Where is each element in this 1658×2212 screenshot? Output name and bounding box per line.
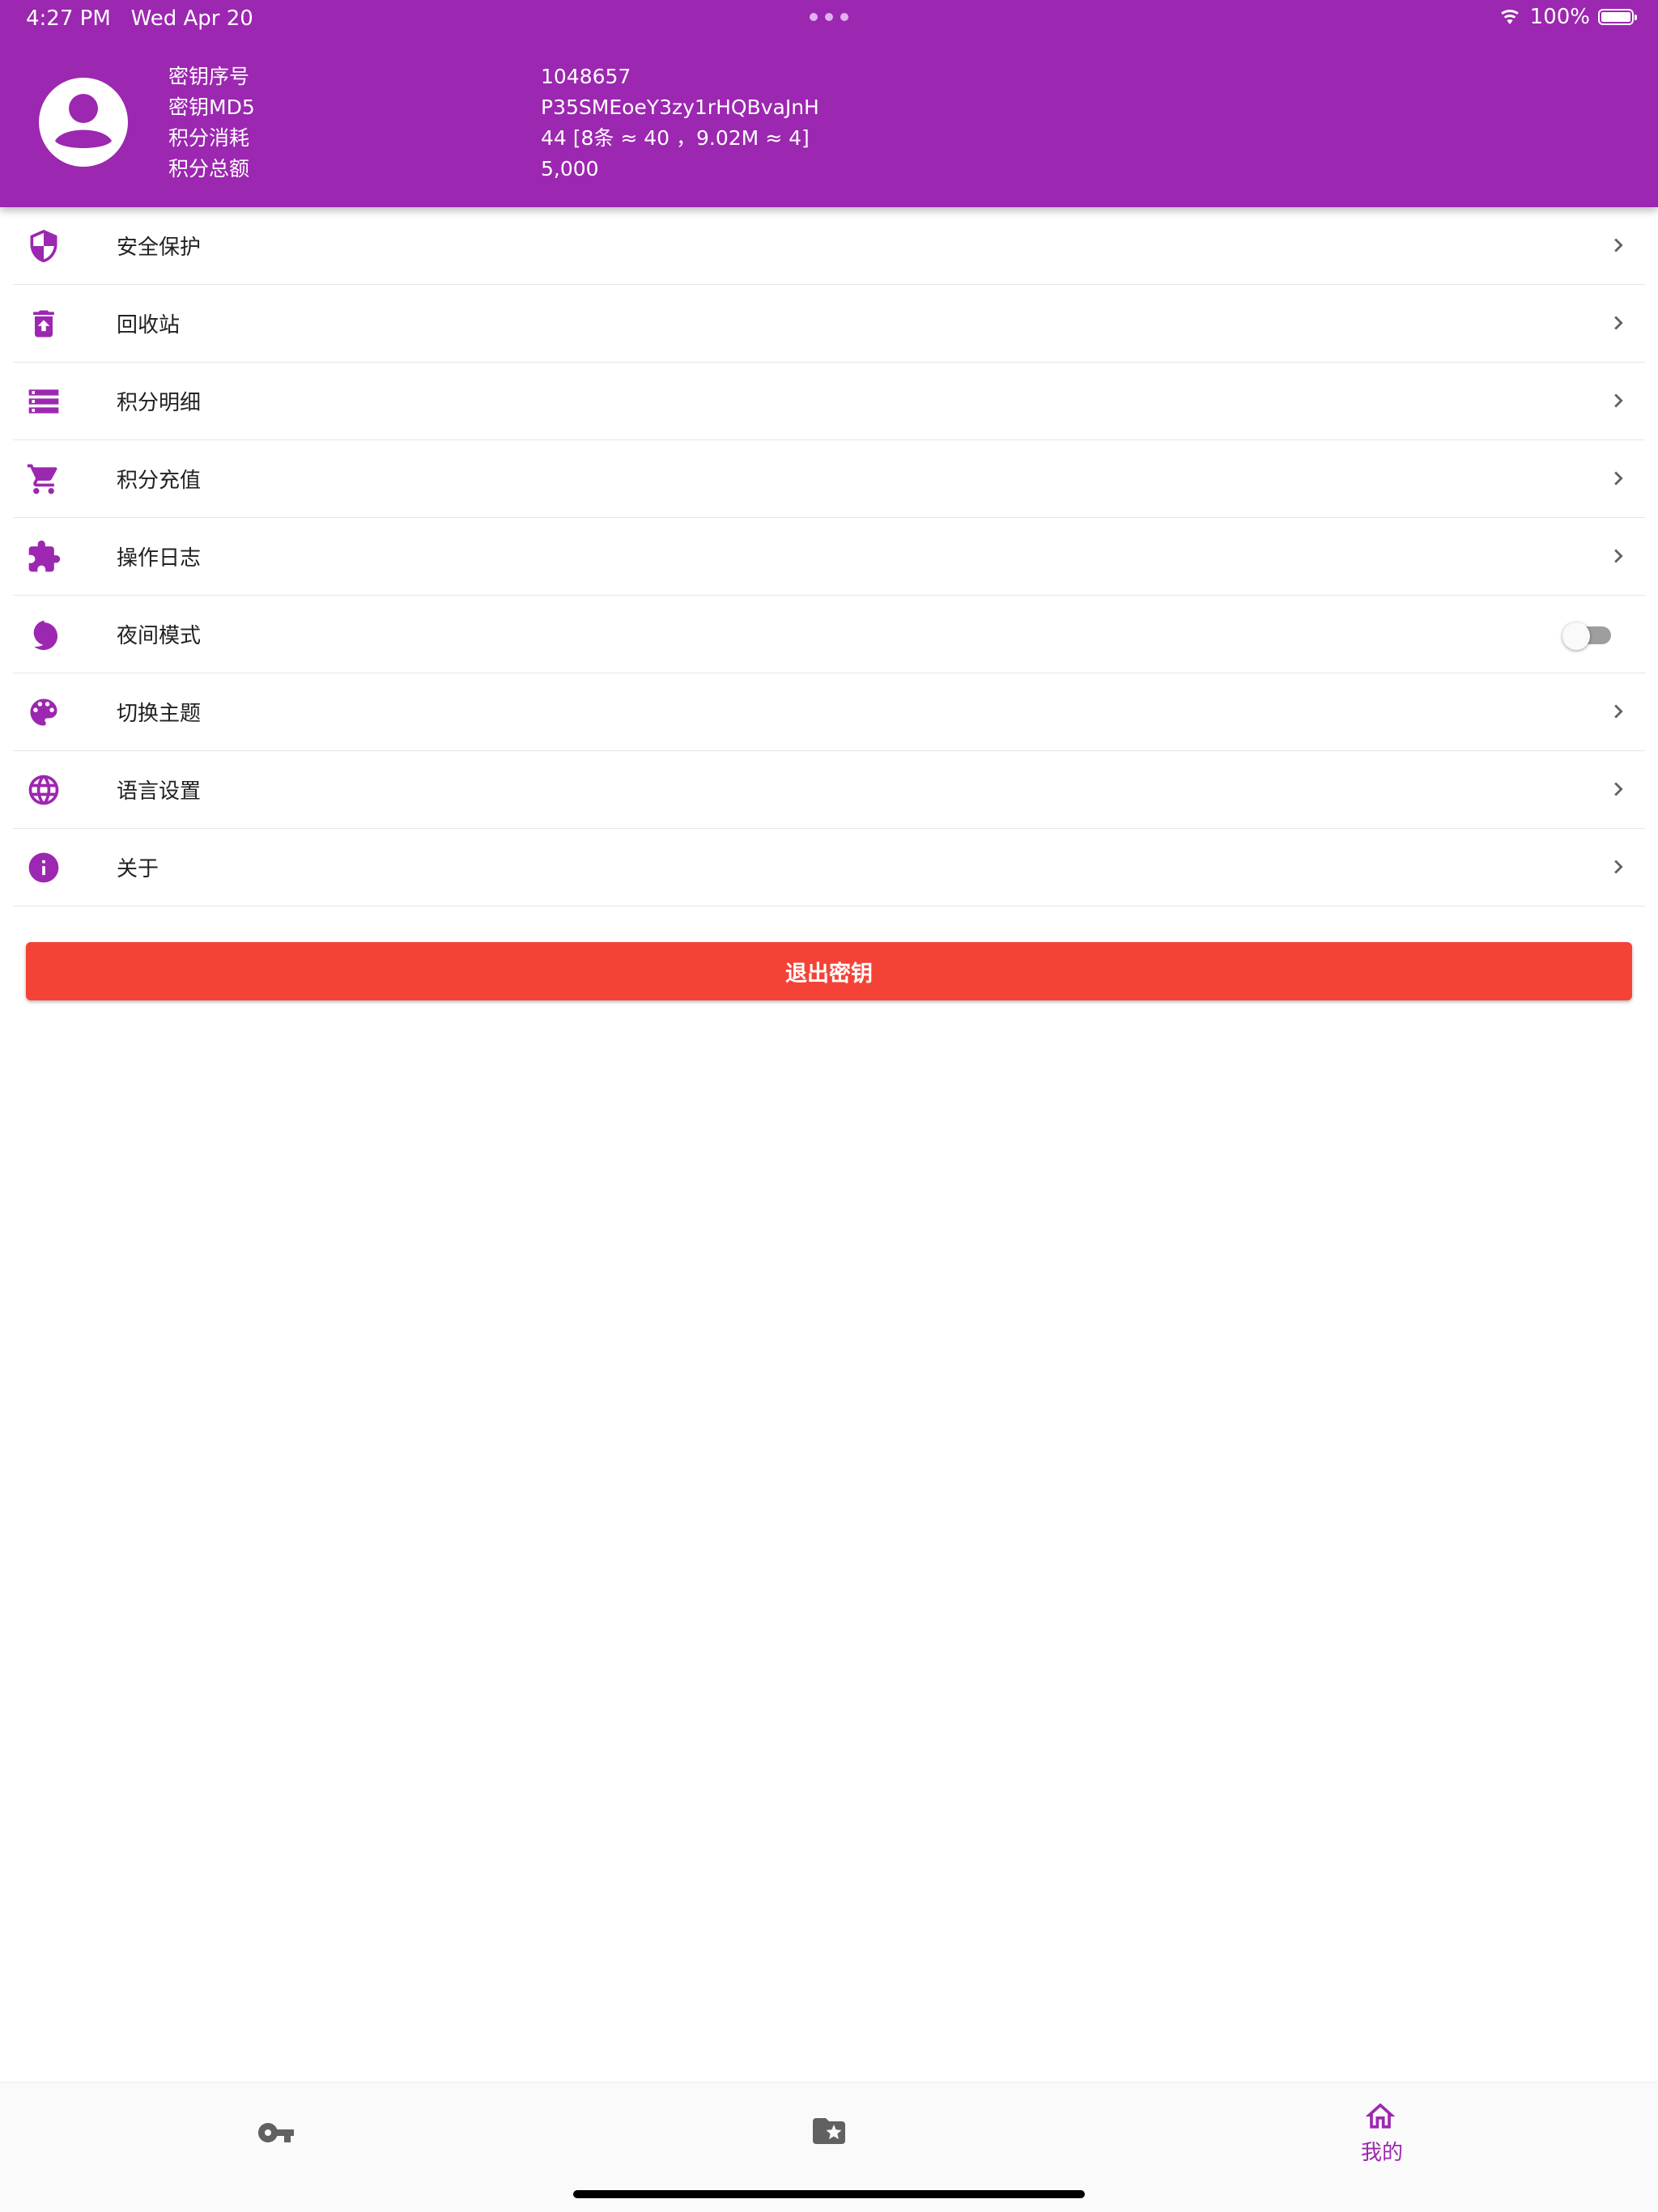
key-md5-value: P35SMEoeY3zy1rHQBvaJnH	[541, 96, 819, 119]
folder-star-icon	[813, 2118, 845, 2144]
list-storage-icon	[26, 384, 62, 419]
info-icon	[26, 850, 62, 885]
restore-from-trash-icon	[26, 306, 62, 342]
menu-item-night-mode: 夜间模式	[13, 596, 1645, 673]
menu-item-label: 语言设置	[117, 779, 202, 804]
chevron-right-icon	[1614, 549, 1623, 563]
shield-icon	[26, 228, 62, 264]
menu-item-about[interactable]: 关于	[13, 829, 1645, 906]
menu-item-operation-log[interactable]: 操作日志	[13, 518, 1645, 596]
points-used-value: 44 [8条 ≈ 40 ，9.02M ≈ 4]	[541, 126, 810, 150]
key-icon	[258, 2123, 294, 2142]
menu-item-switch-theme[interactable]: 切换主题	[13, 673, 1645, 751]
menu-item-label: 回收站	[117, 313, 181, 338]
key-serial-label: 密钥序号	[168, 65, 250, 88]
home-icon	[1365, 2103, 1396, 2129]
chevron-right-icon	[1614, 238, 1623, 253]
nav-tab-label: 我的	[1360, 2141, 1403, 2165]
nav-tab-mine[interactable]: 我的	[1106, 2083, 1658, 2180]
avatar-icon[interactable]	[39, 78, 128, 167]
night-mode-toggle[interactable]	[1562, 622, 1613, 650]
puzzle-icon	[26, 539, 62, 575]
nav-tab-keys[interactable]	[0, 2083, 552, 2180]
points-total-value: 5,000	[541, 157, 599, 180]
home-indicator[interactable]	[573, 2190, 1085, 2198]
menu-item-recycle-bin[interactable]: 回收站	[13, 285, 1645, 363]
cart-icon	[26, 461, 62, 497]
points-used-label: 积分消耗	[168, 126, 250, 150]
profile-header: 4:27 PM Wed Apr 20 100% 密钥序号 密钥MD5 积分消耗 …	[0, 0, 1658, 207]
menu-item-language[interactable]: 语言设置	[13, 751, 1645, 829]
status-time-text: 4:27 PM	[26, 6, 111, 31]
menu-item-label: 关于	[117, 857, 159, 881]
menu-item-label: 积分充值	[117, 469, 202, 493]
chevron-right-icon	[1614, 471, 1623, 486]
menu-item-points-recharge[interactable]: 积分充值	[13, 440, 1645, 518]
moon-icon	[26, 617, 62, 652]
status-time: 4:27 PM Wed Apr 20	[26, 6, 253, 31]
points-total-label: 积分总额	[168, 157, 250, 180]
status-date-text: Wed Apr 20	[130, 6, 253, 31]
profile-info-labels: 密钥序号 密钥MD5 积分消耗 积分总额	[168, 62, 255, 185]
menu-item-label: 操作日志	[117, 546, 202, 571]
menu-item-label: 安全保护	[117, 236, 202, 260]
menu-item-label: 切换主题	[117, 702, 202, 726]
menu-item-points-detail[interactable]: 积分明细	[13, 363, 1645, 440]
battery-icon	[1598, 9, 1637, 25]
wifi-icon	[1500, 10, 1519, 24]
toggle-thumb	[1562, 622, 1590, 650]
nav-tab-favorites[interactable]	[553, 2083, 1105, 2180]
chevron-right-icon	[1614, 316, 1623, 330]
chevron-right-icon	[1614, 782, 1623, 796]
menu-item-security[interactable]: 安全保护	[13, 207, 1645, 285]
logout-key-button[interactable]: 退出密钥	[26, 942, 1632, 1000]
menu-item-label: 积分明细	[117, 391, 202, 415]
globe-icon	[26, 772, 62, 808]
status-bar: 4:27 PM Wed Apr 20 100%	[0, 0, 1658, 39]
status-indicators: 100%	[1498, 5, 1637, 29]
multitasking-dots-icon[interactable]	[810, 13, 848, 21]
menu-item-label: 夜间模式	[117, 624, 202, 648]
chevron-right-icon	[1614, 860, 1623, 874]
chevron-right-icon	[1614, 393, 1623, 408]
key-serial-value: 1048657	[541, 65, 631, 88]
palette-icon	[26, 694, 62, 730]
chevron-right-icon	[1614, 704, 1623, 719]
profile-info-values: 1048657 P35SMEoeY3zy1rHQBvaJnH 44 [8条 ≈ …	[541, 62, 819, 185]
battery-percent: 100%	[1529, 5, 1590, 29]
key-md5-label: 密钥MD5	[168, 96, 255, 119]
settings-menu: 安全保护 回收站 积分明细 积分充值 操作日志 夜间模式 切换主题 语言设置 关…	[13, 207, 1645, 906]
